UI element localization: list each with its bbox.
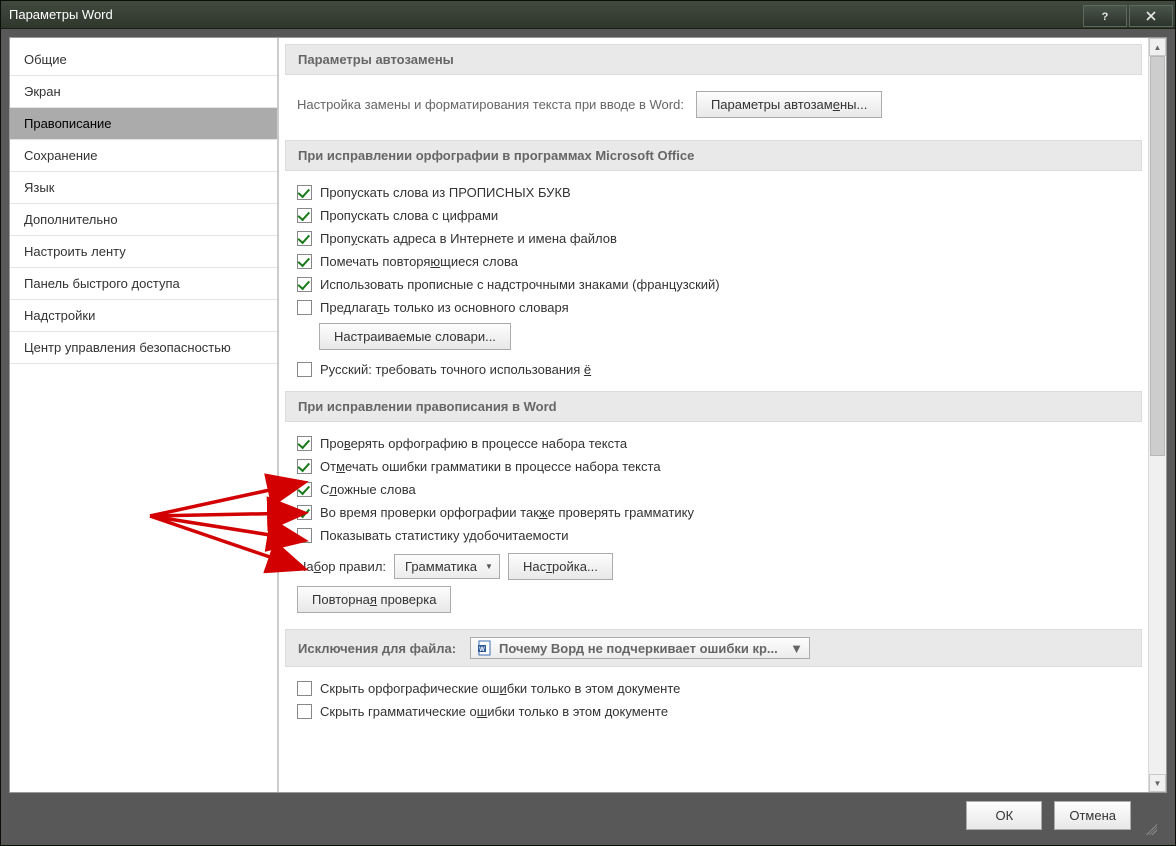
dialog-outer: Общие Экран Правописание Сохранение Язык… [1,29,1175,845]
main-panel: Параметры автозамены Настройка замены и … [278,38,1166,792]
resize-grip-icon[interactable] [1143,821,1157,835]
scroll-down-icon[interactable]: ▼ [1149,774,1166,792]
check-grammar-with-spelling[interactable]: Во время проверки орфографии также прове… [297,501,1130,524]
check-repeated[interactable]: Помечать повторяющиеся слова [297,250,1130,273]
exceptions-file-dropdown[interactable]: W Почему Ворд не подчеркивает ошибки кр.… [470,637,810,659]
check-spelling-as-type[interactable]: Проверять орфографию в процессе набора т… [297,432,1130,455]
svg-text:?: ? [1102,11,1109,22]
sidebar-item-qat[interactable]: Панель быстрого доступа [10,268,277,300]
scroll-thumb[interactable] [1150,56,1165,456]
checkbox-icon[interactable] [297,459,312,474]
checkbox-icon[interactable] [297,436,312,451]
writing-style-settings-button[interactable]: Настройка... [508,553,613,580]
window-title: Параметры Word [9,7,1083,22]
dialog-window: Параметры Word ? Общие Экран Правописани… [0,0,1176,846]
dialog-footer: ОК Отмена [9,793,1167,837]
writing-style-label: Набор правил: [297,559,386,574]
sidebar-item-general[interactable]: Общие [10,44,277,76]
checkbox-icon[interactable] [297,231,312,246]
autocorrect-row: Настройка замены и форматирования текста… [297,91,1130,118]
section-word-title: При исправлении правописания в Word [285,391,1142,422]
scroll-up-icon[interactable]: ▲ [1149,38,1166,56]
sidebar-item-display[interactable]: Экран [10,76,277,108]
autocorrect-options-button[interactable]: Параметры автозамены... [696,91,882,118]
custom-dictionaries-button[interactable]: Настраиваемые словари... [319,323,511,350]
vertical-scrollbar[interactable]: ▲ ▼ [1148,38,1166,792]
recheck-button[interactable]: Повторная проверка [297,586,451,613]
checkbox-icon[interactable] [297,254,312,269]
help-button[interactable]: ? [1083,5,1127,27]
chevron-down-icon: ▼ [485,562,493,571]
check-accented[interactable]: Использовать прописные с надстрочными зн… [297,273,1130,296]
check-main-dict[interactable]: Предлагать только из основного словаря [297,296,1130,319]
titlebar: Параметры Word ? [1,1,1175,29]
sidebar-item-addins[interactable]: Надстройки [10,300,277,332]
check-grammar-as-type[interactable]: Отмечать ошибки грамматики в процессе на… [297,455,1130,478]
sidebar-item-proofing[interactable]: Правописание [10,108,277,140]
check-internet[interactable]: Пропускать адреса в Интернете и имена фа… [297,227,1130,250]
check-readability[interactable]: Показывать статистику удобочитаемости [297,524,1130,547]
check-uppercase[interactable]: Пропускать слова из ПРОПИСНЫХ БУКВ [297,181,1130,204]
check-digits[interactable]: Пропускать слова с цифрами [297,204,1130,227]
checkbox-icon[interactable] [297,528,312,543]
checkbox-icon[interactable] [297,185,312,200]
checkbox-icon[interactable] [297,277,312,292]
checkbox-icon[interactable] [297,300,312,315]
cancel-button[interactable]: Отмена [1054,801,1131,830]
chevron-down-icon: ▼ [790,641,803,656]
check-russian-yo[interactable]: Русский: требовать точного использования… [297,358,1130,381]
checkbox-icon[interactable] [297,362,312,377]
sidebar-item-customize-ribbon[interactable]: Настроить ленту [10,236,277,268]
check-hide-grammar[interactable]: Скрыть грамматические ошибки только в эт… [297,700,1130,723]
sidebar-item-advanced[interactable]: Дополнительно [10,204,277,236]
autocorrect-desc: Настройка замены и форматирования текста… [297,97,684,112]
checkbox-icon[interactable] [297,482,312,497]
checkbox-icon[interactable] [297,505,312,520]
ok-button[interactable]: ОК [966,801,1042,830]
checkbox-icon[interactable] [297,704,312,719]
check-confused-words[interactable]: Сложные слова [297,478,1130,501]
dialog-body: Общие Экран Правописание Сохранение Язык… [9,37,1167,793]
svg-text:W: W [479,647,485,653]
sidebar-item-trust-center[interactable]: Центр управления безопасностью [10,332,277,364]
section-exceptions-title: Исключения для файла: W Почему Ворд не п… [285,629,1142,667]
word-doc-icon: W [477,640,493,656]
writing-style-dropdown[interactable]: Грамматика ▼ [394,554,500,579]
sidebar-item-save[interactable]: Сохранение [10,140,277,172]
sidebar-item-language[interactable]: Язык [10,172,277,204]
checkbox-icon[interactable] [297,208,312,223]
content-scroll: Параметры автозамены Настройка замены и … [278,38,1148,792]
section-office-title: При исправлении орфографии в программах … [285,140,1142,171]
section-autocorrect-title: Параметры автозамены [285,44,1142,75]
check-hide-spelling[interactable]: Скрыть орфографические ошибки только в э… [297,677,1130,700]
checkbox-icon[interactable] [297,681,312,696]
close-button[interactable] [1129,5,1173,27]
sidebar: Общие Экран Правописание Сохранение Язык… [10,38,278,792]
